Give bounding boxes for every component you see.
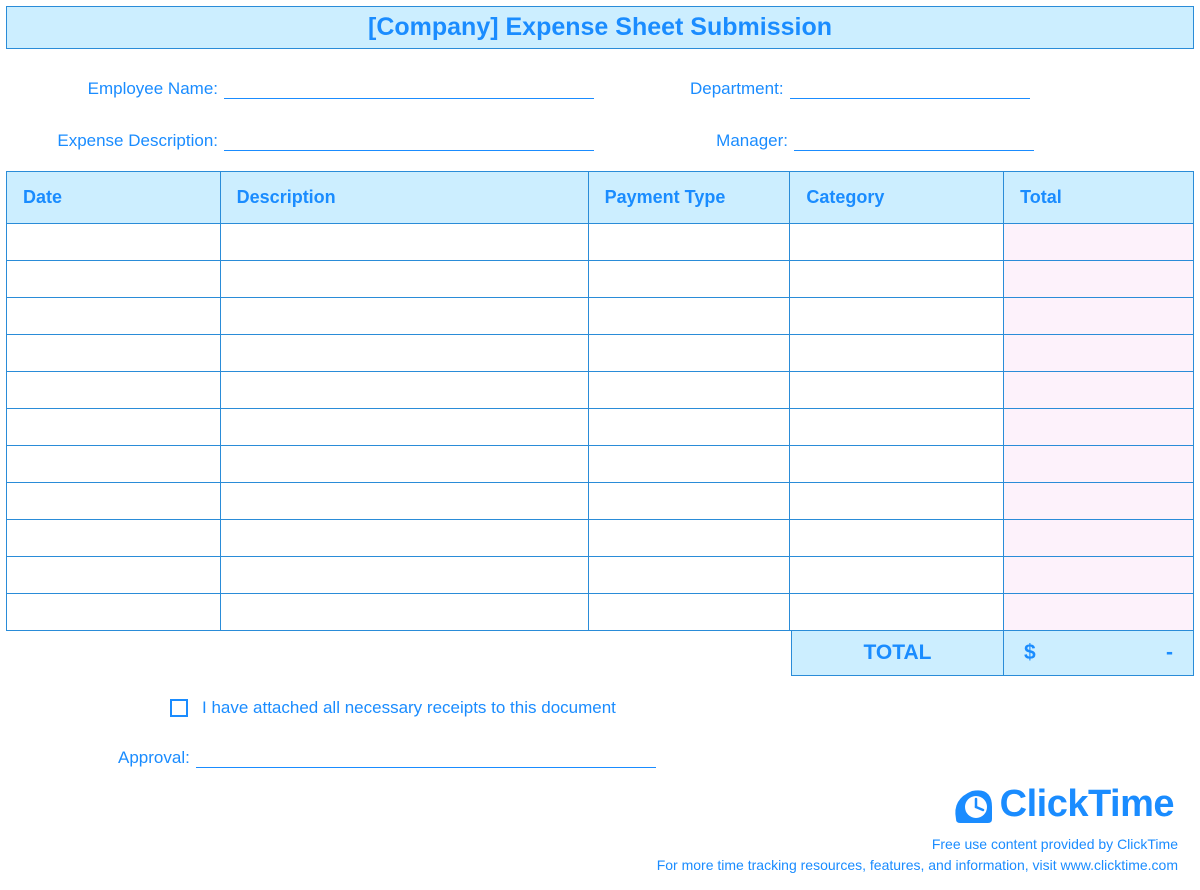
cell-total[interactable] <box>1004 594 1194 631</box>
cell-total[interactable] <box>1004 261 1194 298</box>
department-label: Department: <box>690 79 784 99</box>
cell-date[interactable] <box>7 446 221 483</box>
total-label: TOTAL <box>791 631 1004 676</box>
cell-payment_type[interactable] <box>588 298 790 335</box>
cell-category[interactable] <box>790 483 1004 520</box>
brand-logo: ClickTime <box>950 783 1174 826</box>
total-value: $ - <box>1004 631 1194 676</box>
col-header-date: Date <box>7 172 221 224</box>
cell-date[interactable] <box>7 261 221 298</box>
cell-total[interactable] <box>1004 557 1194 594</box>
cell-date[interactable] <box>7 224 221 261</box>
cell-payment_type[interactable] <box>588 594 790 631</box>
cell-payment_type[interactable] <box>588 520 790 557</box>
brand-name: ClickTime <box>1000 783 1174 826</box>
cell-description[interactable] <box>220 335 588 372</box>
receipts-checkbox[interactable] <box>170 699 188 717</box>
cell-total[interactable] <box>1004 224 1194 261</box>
cell-category[interactable] <box>790 557 1004 594</box>
cell-description[interactable] <box>220 261 588 298</box>
table-row <box>7 557 1194 594</box>
cell-date[interactable] <box>7 557 221 594</box>
cell-category[interactable] <box>790 261 1004 298</box>
cell-date[interactable] <box>7 594 221 631</box>
currency-symbol: $ <box>1024 641 1036 665</box>
cell-date[interactable] <box>7 520 221 557</box>
col-header-description: Description <box>220 172 588 224</box>
cell-description[interactable] <box>220 224 588 261</box>
col-header-payment-type: Payment Type <box>588 172 790 224</box>
cell-payment_type[interactable] <box>588 372 790 409</box>
cell-payment_type[interactable] <box>588 557 790 594</box>
cell-description[interactable] <box>220 298 588 335</box>
department-field[interactable] <box>790 79 1030 99</box>
cell-description[interactable] <box>220 557 588 594</box>
cell-date[interactable] <box>7 372 221 409</box>
cell-payment_type[interactable] <box>588 446 790 483</box>
cell-payment_type[interactable] <box>588 261 790 298</box>
page-title: [Company] Expense Sheet Submission <box>7 13 1193 42</box>
cell-category[interactable] <box>790 224 1004 261</box>
cell-description[interactable] <box>220 520 588 557</box>
table-row <box>7 261 1194 298</box>
table-row <box>7 298 1194 335</box>
cell-payment_type[interactable] <box>588 335 790 372</box>
col-header-category: Category <box>790 172 1004 224</box>
cell-description[interactable] <box>220 483 588 520</box>
employee-name-label: Employee Name: <box>50 79 218 99</box>
cell-category[interactable] <box>790 372 1004 409</box>
cell-description[interactable] <box>220 594 588 631</box>
cell-total[interactable] <box>1004 446 1194 483</box>
manager-field[interactable] <box>794 131 1034 151</box>
table-row <box>7 446 1194 483</box>
table-row <box>7 483 1194 520</box>
cell-payment_type[interactable] <box>588 224 790 261</box>
cell-category[interactable] <box>790 409 1004 446</box>
info-block: Employee Name: Department: Expense Descr… <box>0 79 1200 151</box>
footer-line-1: Free use content provided by ClickTime <box>657 834 1178 855</box>
approval-label: Approval: <box>118 748 190 768</box>
title-bar: [Company] Expense Sheet Submission <box>6 6 1194 49</box>
cell-payment_type[interactable] <box>588 483 790 520</box>
cell-category[interactable] <box>790 520 1004 557</box>
cell-description[interactable] <box>220 409 588 446</box>
cell-date[interactable] <box>7 298 221 335</box>
total-amount: - <box>1166 641 1173 665</box>
table-row <box>7 224 1194 261</box>
expense-description-label: Expense Description: <box>50 131 218 151</box>
cell-description[interactable] <box>220 446 588 483</box>
cell-date[interactable] <box>7 335 221 372</box>
table-row <box>7 335 1194 372</box>
manager-label: Manager: <box>690 131 788 151</box>
expense-table: Date Description Payment Type Category T… <box>6 171 1194 631</box>
receipts-attestation-text: I have attached all necessary receipts t… <box>202 698 616 718</box>
cell-payment_type[interactable] <box>588 409 790 446</box>
cell-total[interactable] <box>1004 298 1194 335</box>
col-header-total: Total <box>1004 172 1194 224</box>
employee-name-field[interactable] <box>224 79 594 99</box>
cell-total[interactable] <box>1004 335 1194 372</box>
cell-total[interactable] <box>1004 520 1194 557</box>
cell-total[interactable] <box>1004 409 1194 446</box>
footer: Free use content provided by ClickTime F… <box>657 834 1178 876</box>
cell-category[interactable] <box>790 594 1004 631</box>
cell-category[interactable] <box>790 298 1004 335</box>
table-row <box>7 372 1194 409</box>
cell-total[interactable] <box>1004 372 1194 409</box>
table-row <box>7 409 1194 446</box>
cell-description[interactable] <box>220 372 588 409</box>
cell-date[interactable] <box>7 483 221 520</box>
clock-icon <box>950 785 994 825</box>
table-row <box>7 520 1194 557</box>
table-row <box>7 594 1194 631</box>
cell-category[interactable] <box>790 446 1004 483</box>
expense-description-field[interactable] <box>224 131 594 151</box>
cell-date[interactable] <box>7 409 221 446</box>
cell-category[interactable] <box>790 335 1004 372</box>
footer-line-2: For more time tracking resources, featur… <box>657 855 1178 876</box>
cell-total[interactable] <box>1004 483 1194 520</box>
approval-field[interactable] <box>196 748 656 768</box>
